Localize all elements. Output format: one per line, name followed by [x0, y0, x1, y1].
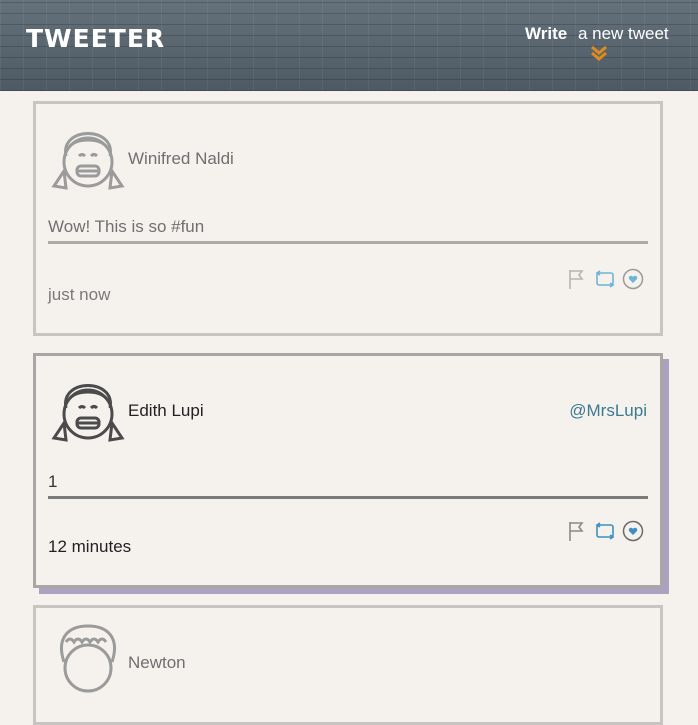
avatar-icon — [51, 132, 125, 190]
user-name[interactable]: Winifred Naldi — [128, 149, 234, 169]
tweet-card: Edith Lupi @MrsLupi 1 12 minutes — [33, 353, 663, 588]
compose-rest-label: a new tweet — [577, 24, 669, 43]
tweet-text: 1 — [48, 472, 648, 499]
tweet-time: just now — [48, 285, 111, 304]
user-handle[interactable]: @MrsLupi — [569, 401, 647, 421]
tweet-actions — [566, 268, 644, 290]
tweet-text: Wow! This is so #fun — [48, 217, 648, 244]
tweet-time: 12 minutes — [48, 537, 132, 556]
tweet-actions — [566, 520, 644, 542]
compose-write-label: Write — [525, 24, 568, 43]
logo[interactable]: TWEETER — [26, 24, 165, 53]
top-nav: TWEETER Write a new tweet — [0, 0, 698, 91]
user-name[interactable]: Newton — [128, 653, 186, 673]
double-chevron-down-icon[interactable] — [590, 45, 608, 61]
avatar-icon — [60, 624, 116, 693]
flag-icon[interactable] — [566, 268, 588, 290]
tweet-card: Newton — [33, 605, 663, 725]
heart-icon[interactable] — [622, 268, 644, 290]
compose-tweet-link[interactable]: Write a new tweet — [525, 24, 669, 44]
retweet-icon[interactable] — [594, 268, 616, 290]
flag-icon[interactable] — [566, 520, 588, 542]
user-name[interactable]: Edith Lupi — [128, 401, 204, 421]
retweet-icon[interactable] — [594, 520, 616, 542]
tweet-card: Winifred Naldi Wow! This is so #fun just… — [33, 101, 663, 336]
heart-icon[interactable] — [622, 520, 644, 542]
avatar-icon — [51, 384, 125, 442]
